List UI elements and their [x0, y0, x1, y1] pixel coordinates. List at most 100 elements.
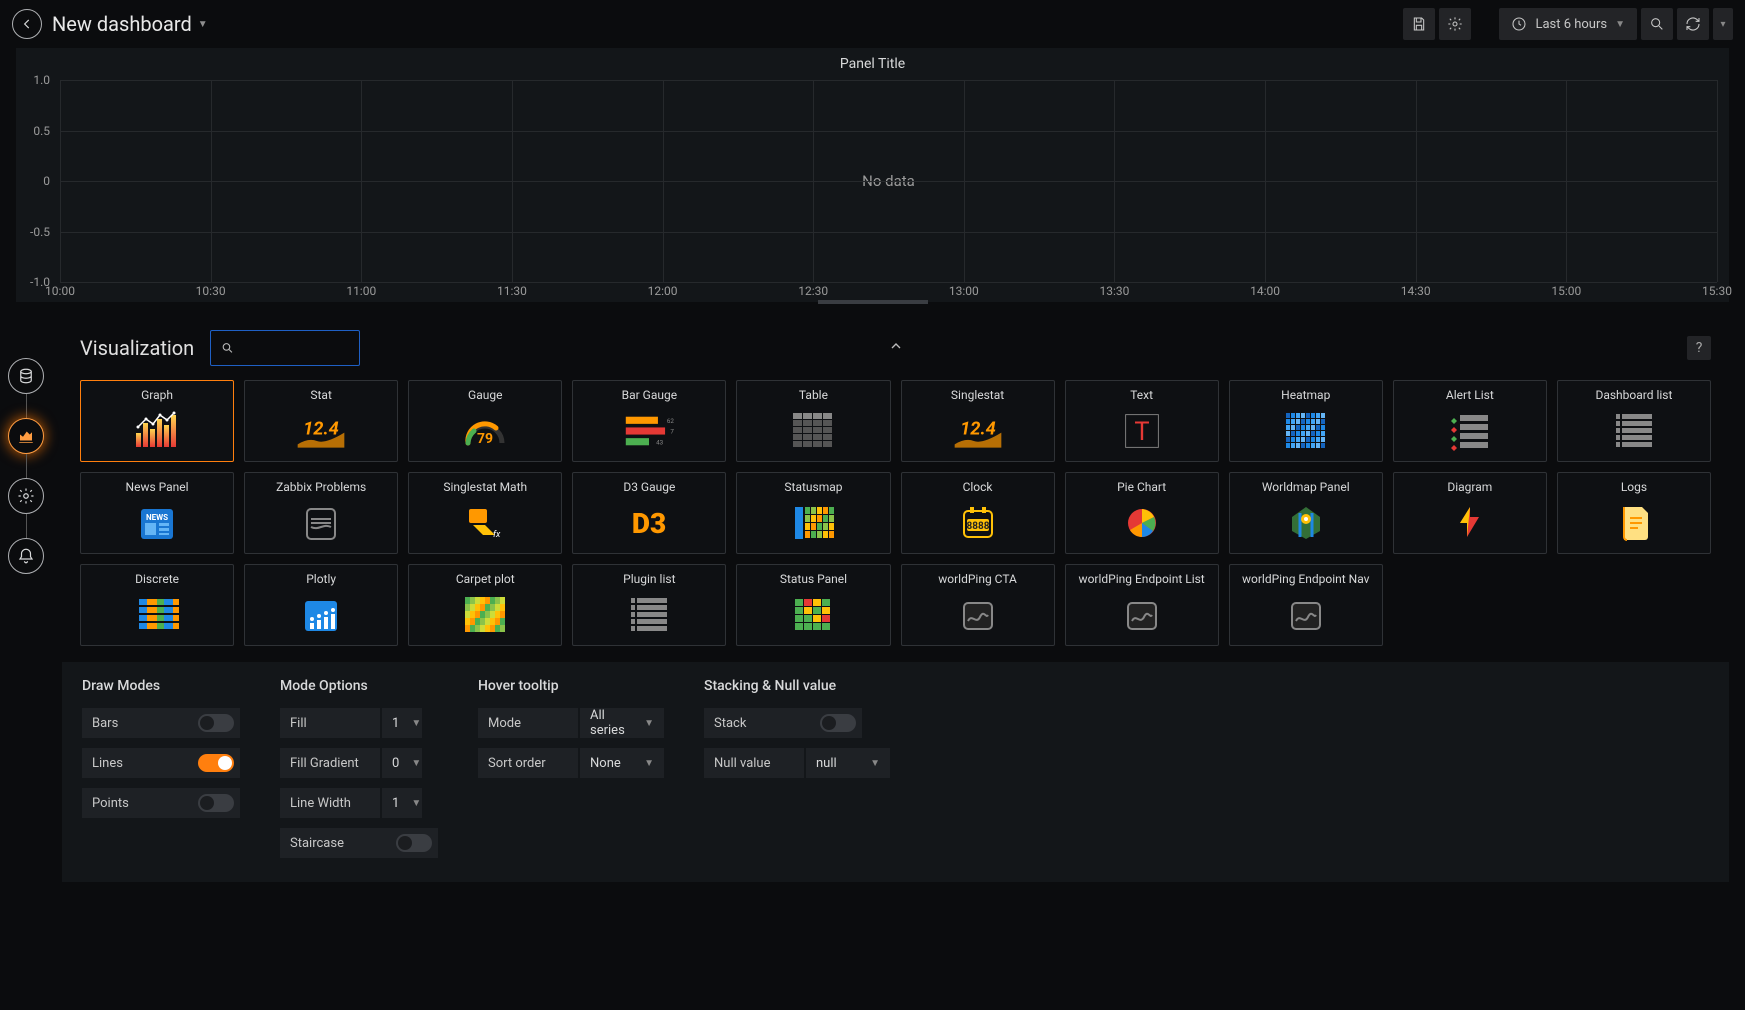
nav-visualization-tab[interactable]	[8, 418, 44, 454]
panel-resize-handle[interactable]	[818, 300, 928, 304]
chevron-down-icon: ▼	[644, 718, 654, 729]
nav-general-tab[interactable]	[8, 478, 44, 514]
viz-card-table[interactable]: Table	[736, 380, 890, 462]
bars-toggle[interactable]	[198, 714, 234, 732]
viz-card-label: Graph	[141, 389, 173, 402]
visualization-search-input[interactable]	[244, 340, 349, 356]
viz-card-wpen[interactable]: worldPing Endpoint Nav	[1229, 564, 1383, 646]
viz-card-singlestat[interactable]: Singlestat 12.4	[901, 380, 1055, 462]
zoom-out-button[interactable]	[1641, 8, 1673, 40]
table-icon	[741, 408, 885, 453]
viz-card-zabbix[interactable]: Zabbix Problems	[244, 472, 398, 554]
viz-card-label: Statusmap	[784, 481, 842, 494]
svg-text:78: 78	[671, 427, 675, 435]
viz-card-worldmap[interactable]: Worldmap Panel	[1229, 472, 1383, 554]
viz-card-label: Carpet plot	[456, 573, 515, 586]
viz-card-label: Clock	[963, 481, 993, 494]
viz-card-graph[interactable]: Graph	[80, 380, 234, 462]
viz-card-ssmath[interactable]: Singlestat Mathfx	[408, 472, 562, 554]
x-tick: 12:00	[648, 284, 678, 298]
viz-card-discrete[interactable]: Discrete	[80, 564, 234, 646]
alertlist-icon	[1398, 408, 1542, 453]
viz-card-carpet[interactable]: Carpet plot	[408, 564, 562, 646]
viz-card-diagram[interactable]: Diagram	[1393, 472, 1547, 554]
hover-mode-select[interactable]: All series▼	[580, 708, 664, 738]
visualization-section-title: Visualization	[80, 336, 194, 360]
d3-icon: D3	[577, 500, 721, 545]
nav-queries-tab[interactable]	[8, 358, 44, 394]
graph-icon	[85, 408, 229, 453]
visualization-grid: Graph Stat 12.4 Gauge 79Bar Gauge 62 78 …	[62, 374, 1729, 656]
viz-card-label: Table	[799, 389, 828, 402]
points-label: Points	[82, 788, 182, 818]
viz-card-text[interactable]: TextT	[1065, 380, 1219, 462]
sort-order-select[interactable]: None▼	[580, 748, 664, 778]
save-dashboard-button[interactable]	[1403, 8, 1435, 40]
viz-card-logs[interactable]: Logs	[1557, 472, 1711, 554]
stack-toggle[interactable]	[820, 714, 856, 732]
viz-card-heatmap[interactable]: Heatmap	[1229, 380, 1383, 462]
staircase-toggle[interactable]	[396, 834, 432, 852]
viz-card-pluginlist[interactable]: Plugin list	[572, 564, 726, 646]
points-toggle[interactable]	[198, 794, 234, 812]
x-tick: 15:00	[1551, 284, 1581, 298]
svg-text:fx: fx	[493, 530, 501, 540]
help-button[interactable]: ?	[1687, 336, 1711, 360]
viz-card-label: Dashboard list	[1595, 389, 1672, 402]
wpen-icon	[1234, 592, 1378, 637]
discrete-icon	[85, 592, 229, 637]
viz-card-label: Zabbix Problems	[276, 481, 366, 494]
viz-card-dashlist[interactable]: Dashboard list	[1557, 380, 1711, 462]
viz-card-label: Worldmap Panel	[1262, 481, 1350, 494]
viz-card-news[interactable]: News PanelNEWS	[80, 472, 234, 554]
dashboard-title-dropdown[interactable]: New dashboard ▼	[52, 12, 208, 36]
viz-card-statusmap[interactable]: Statusmap	[736, 472, 890, 554]
viz-card-bargauge[interactable]: Bar Gauge 62 78 43	[572, 380, 726, 462]
viz-card-wpel[interactable]: worldPing Endpoint List	[1065, 564, 1219, 646]
viz-card-clock[interactable]: Clock8888	[901, 472, 1055, 554]
refresh-button[interactable]	[1677, 8, 1709, 40]
viz-card-gauge[interactable]: Gauge 79	[408, 380, 562, 462]
fill-select[interactable]: 1▼	[382, 708, 422, 738]
collapse-section-button[interactable]	[888, 338, 904, 358]
lines-toggle[interactable]	[198, 754, 234, 772]
time-range-picker[interactable]: Last 6 hours ▼	[1499, 8, 1637, 40]
viz-card-d3[interactable]: D3 GaugeD3	[572, 472, 726, 554]
chevron-down-icon: ▼	[198, 19, 208, 30]
viz-card-statuspanel[interactable]: Status Panel	[736, 564, 890, 646]
viz-card-label: Bar Gauge	[622, 389, 677, 402]
chevron-down-icon: ▼	[411, 758, 421, 769]
stacking-column: Stacking & Null value Stack Null value n…	[704, 678, 890, 858]
wpcta-icon	[906, 592, 1050, 637]
viz-card-plotly[interactable]: Plotly	[244, 564, 398, 646]
y-axis: 1.00.50-0.5-1.0	[16, 80, 56, 282]
x-tick: 13:30	[1100, 284, 1130, 298]
viz-card-wpcta[interactable]: worldPing CTA	[901, 564, 1055, 646]
svg-text:43: 43	[656, 438, 664, 446]
viz-card-label: Heatmap	[1281, 389, 1330, 402]
viz-card-label: Discrete	[135, 573, 179, 586]
clock-icon	[1511, 16, 1527, 32]
text-icon: T	[1070, 408, 1214, 453]
null-value-select[interactable]: null▼	[806, 748, 890, 778]
diagram-icon	[1398, 500, 1542, 545]
back-button[interactable]	[12, 9, 42, 39]
viz-card-label: worldPing CTA	[938, 573, 1017, 586]
x-tick: 14:00	[1250, 284, 1280, 298]
viz-card-alertlist[interactable]: Alert List	[1393, 380, 1547, 462]
carpet-icon	[413, 592, 557, 637]
stacking-heading: Stacking & Null value	[704, 678, 890, 694]
fill-gradient-select[interactable]: 0▼	[382, 748, 422, 778]
line-width-select[interactable]: 1▼	[382, 788, 422, 818]
refresh-interval-dropdown[interactable]: ▾	[1713, 8, 1733, 40]
nav-alert-tab[interactable]	[8, 538, 44, 574]
viz-card-pie[interactable]: Pie Chart	[1065, 472, 1219, 554]
null-value-label: Null value	[704, 748, 804, 778]
viz-card-label: Pie Chart	[1117, 481, 1166, 494]
chevron-up-icon	[888, 338, 904, 354]
visualization-search[interactable]	[210, 330, 360, 366]
svg-text:79: 79	[477, 431, 493, 447]
viz-card-stat[interactable]: Stat 12.4	[244, 380, 398, 462]
settings-button[interactable]	[1439, 8, 1471, 40]
pluginlist-icon	[577, 592, 721, 637]
